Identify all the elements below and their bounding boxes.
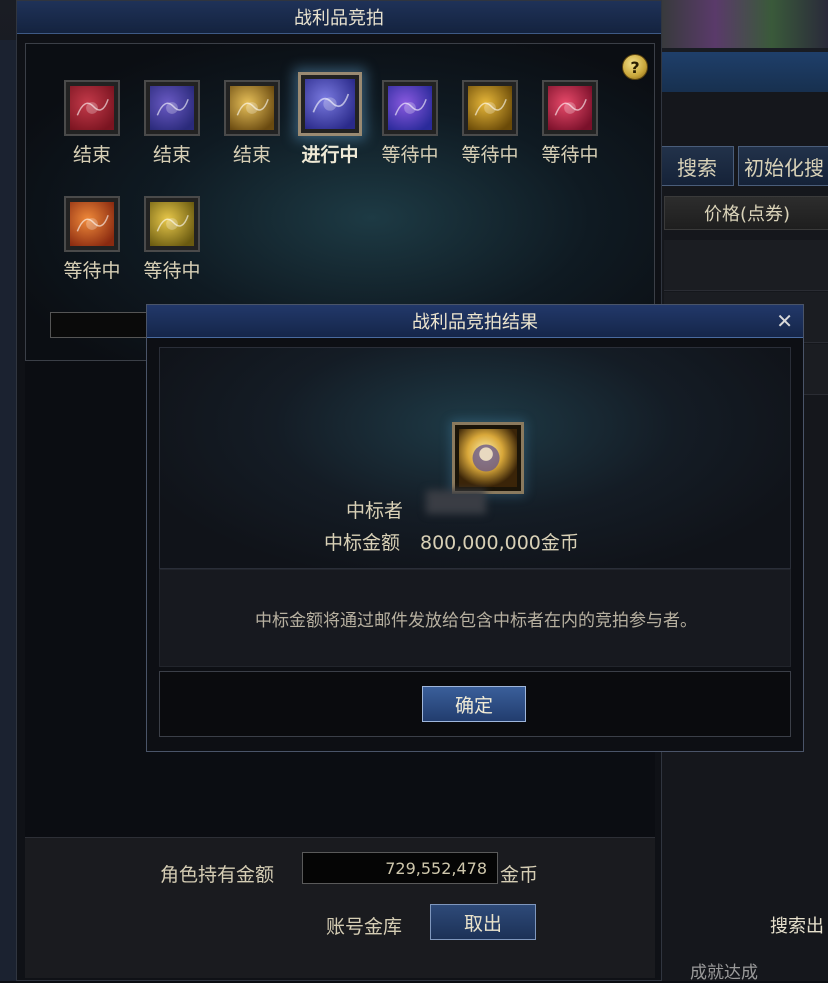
auction-item-icon[interactable] bbox=[462, 80, 518, 136]
dialog-title: 战利品竞拍结果 ✕ bbox=[147, 305, 803, 338]
auction-item-icon[interactable] bbox=[144, 196, 200, 252]
auction-item-icon[interactable] bbox=[224, 80, 280, 136]
item-art-icon bbox=[548, 86, 592, 130]
winner-name-redacted bbox=[426, 490, 486, 514]
auction-item[interactable]: 等待中 bbox=[538, 80, 602, 167]
item-art-icon bbox=[468, 86, 512, 130]
auction-item[interactable]: 等待中 bbox=[60, 196, 124, 283]
auction-item[interactable]: 结束 bbox=[140, 80, 204, 167]
item-art-icon bbox=[150, 202, 194, 246]
auction-item-icon[interactable] bbox=[64, 196, 120, 252]
auction-item-status: 进行中 bbox=[301, 144, 359, 166]
auction-item-status: 等待中 bbox=[63, 260, 121, 282]
winning-amount-value: 800,000,000金币 bbox=[420, 532, 579, 554]
auction-item-icon[interactable] bbox=[64, 80, 120, 136]
auction-item[interactable]: 进行中 bbox=[298, 72, 362, 167]
help-icon[interactable]: ? bbox=[622, 54, 648, 80]
auction-item-icon[interactable] bbox=[542, 80, 598, 136]
auction-item-status: 结束 bbox=[72, 144, 111, 166]
dialog-title-text: 战利品竞拍结果 bbox=[412, 312, 538, 333]
withdraw-button[interactable]: 取出 bbox=[430, 904, 536, 940]
auction-item[interactable]: 等待中 bbox=[378, 80, 442, 167]
background-search-result-label: 搜索出 bbox=[770, 916, 824, 937]
auction-item-icon[interactable] bbox=[298, 72, 362, 136]
auction-item[interactable]: 结束 bbox=[220, 80, 284, 167]
winner-label: 中标者 bbox=[346, 500, 404, 522]
item-art-icon bbox=[305, 79, 355, 129]
background-init-button[interactable]: 初始化搜 bbox=[738, 146, 828, 186]
background-search-button[interactable]: 搜索 bbox=[660, 146, 734, 186]
auction-window-title: 战利品竞拍 bbox=[17, 1, 661, 34]
balance-field: 729,552,478 bbox=[302, 852, 498, 884]
auction-item[interactable]: 等待中 bbox=[140, 196, 204, 283]
background-row bbox=[664, 240, 828, 291]
dialog-notice: 中标金额将通过邮件发放给包含中标者在内的竞拍参与者。 bbox=[255, 611, 697, 631]
auction-item[interactable]: 结束 bbox=[60, 80, 124, 167]
balance-unit: 金币 bbox=[500, 864, 539, 886]
auction-item-status: 等待中 bbox=[541, 144, 599, 166]
vault-label: 账号金库 bbox=[326, 916, 403, 938]
dialog-notice-area: 中标金额将通过邮件发放给包含中标者在内的竞拍参与者。 bbox=[159, 569, 791, 667]
background-footer-text: 成就达成 bbox=[690, 963, 758, 983]
auction-item-icon[interactable] bbox=[144, 80, 200, 136]
auction-item-status: 等待中 bbox=[143, 260, 201, 282]
dialog-footer: 确定 bbox=[159, 671, 791, 737]
background-header bbox=[640, 52, 828, 93]
item-art-icon bbox=[70, 86, 114, 130]
balance-label: 角色持有金额 bbox=[160, 864, 275, 886]
auction-item-status: 结束 bbox=[232, 144, 271, 166]
auction-item-status: 等待中 bbox=[381, 144, 439, 166]
item-art-icon bbox=[388, 86, 432, 130]
won-item-art bbox=[459, 429, 517, 487]
auction-item[interactable]: 等待中 bbox=[458, 80, 522, 167]
auction-item-status: 等待中 bbox=[461, 144, 519, 166]
auction-item-icon[interactable] bbox=[382, 80, 438, 136]
winning-amount-label: 中标金额 bbox=[324, 532, 401, 554]
won-item-icon bbox=[452, 422, 524, 494]
background-price-header: 价格(点券) bbox=[664, 196, 828, 230]
item-art-icon bbox=[230, 86, 274, 130]
background-banner bbox=[640, 0, 828, 48]
item-art-icon bbox=[150, 86, 194, 130]
close-icon[interactable]: ✕ bbox=[776, 310, 793, 332]
auction-item-status: 结束 bbox=[152, 144, 191, 166]
confirm-button[interactable]: 确定 bbox=[422, 686, 526, 722]
item-art-icon bbox=[70, 202, 114, 246]
